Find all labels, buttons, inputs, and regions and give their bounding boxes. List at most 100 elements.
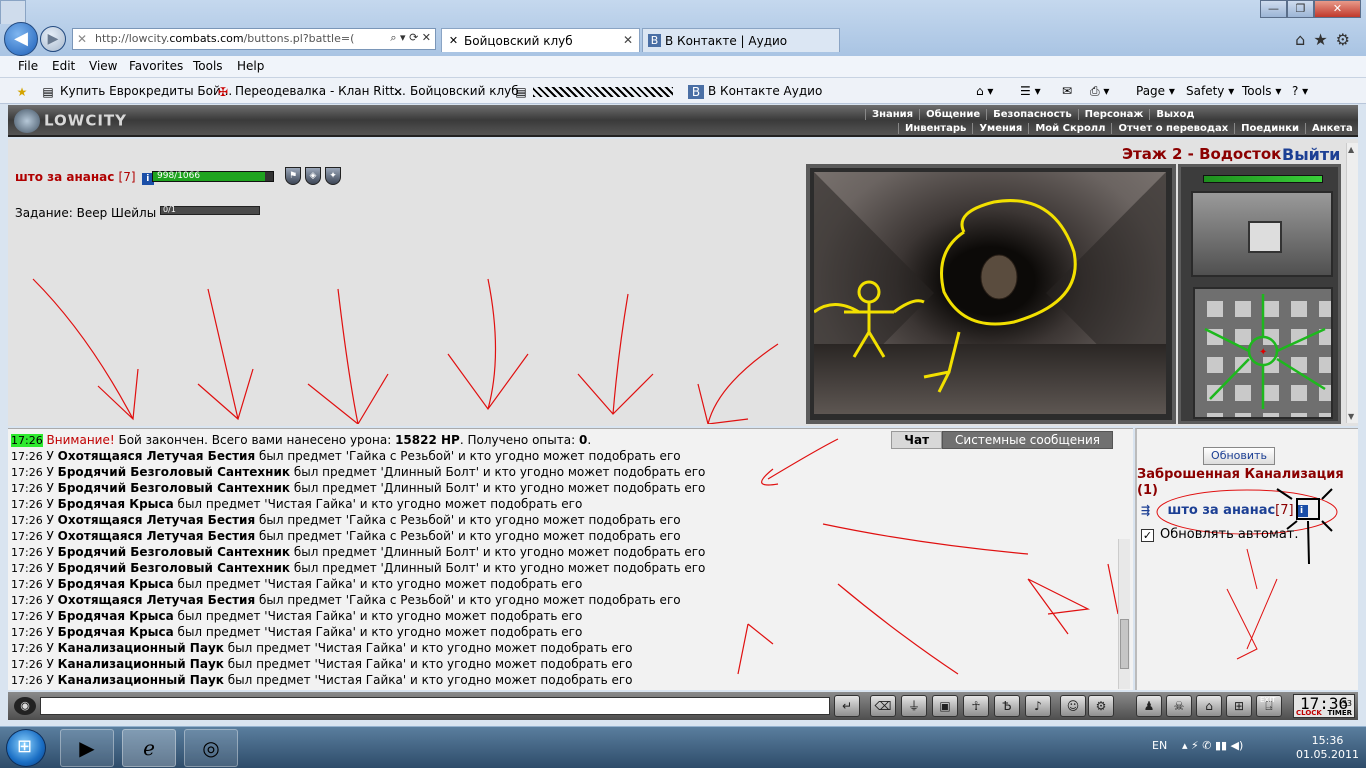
new-tab-button[interactable] [0,0,26,24]
house-icon[interactable]: ⌂ [1196,695,1222,717]
tray-icons[interactable]: ▴ ⚡ ✆ ▮▮ ◀) [1182,739,1243,752]
menu-bar: File Edit View Favorites Tools Help [0,56,1366,78]
tools-menu[interactable]: Tools ▾ [1242,84,1281,98]
swords-icon: ✕ [448,34,459,47]
back-button[interactable]: ◀ [4,22,38,56]
nav-duels[interactable]: Поединки [1234,123,1305,134]
fav-pereodevalka[interactable]: ✠ Переодевалка - Клан Ritt... [215,84,406,99]
mail-icon[interactable]: ✉ [1062,84,1072,98]
skull-icon[interactable]: ☠ [1166,695,1192,717]
map-panel: ✦ [1178,164,1341,424]
player-name[interactable]: што за ананас [15,170,114,184]
nav-character[interactable]: Персонаж [1077,109,1150,120]
nav-communication[interactable]: Общение [919,109,986,120]
message-time[interactable]: 17:26 [11,594,43,607]
home-icon[interactable]: ⌂ ▾ [976,84,993,98]
rank-badge-icon[interactable]: ✦ [325,167,341,185]
message-time[interactable]: 17:26 [11,514,43,527]
message-time[interactable]: 17:26 [11,530,43,543]
nav-security[interactable]: Безопасность [986,109,1078,120]
chrome-icon[interactable]: ◎ [184,729,238,767]
menu-view[interactable]: View [89,59,117,73]
nav-exit[interactable]: Выход [1149,109,1200,120]
minimap[interactable]: ✦ [1193,287,1333,419]
monster-name: Бродячий Безголовый Сантехник [57,465,290,479]
print-icon[interactable]: ⎙ ▾ [1090,84,1109,99]
tab-vkontakte[interactable]: B В Контакте | Аудио [642,28,840,52]
action-figure-icon[interactable]: ☥ [963,695,989,717]
main-scrollbar[interactable] [1346,143,1358,423]
message-time[interactable]: 17:26 [11,658,43,671]
chat-scroll-thumb[interactable] [1120,619,1129,669]
auto-refresh-option[interactable]: ✓ Обновлять автомат. [1141,527,1299,542]
map-icon[interactable]: ⊞ [1226,695,1252,717]
dungeon-corridor[interactable] [814,172,1166,414]
nav-inventory[interactable]: Инвентарь [898,123,972,134]
tab-combats[interactable]: ✕ Бойцовский клуб ✕ [441,28,640,52]
message-time[interactable]: 17:26 [11,578,43,591]
character-icon[interactable]: ♟ [1136,695,1162,717]
minimize-button[interactable]: — [1260,0,1287,18]
system-clock[interactable]: 15:36 01.05.2011 [1296,734,1359,762]
message-time[interactable]: 17:26 [11,466,43,479]
eraser-icon[interactable]: ⌫ [870,695,896,717]
message-time[interactable]: 17:26 [11,674,43,687]
close-window-button[interactable]: ✕ [1314,0,1361,18]
sound-icon[interactable]: ♪ [1025,695,1051,717]
menu-help[interactable]: Help [237,59,264,73]
page-menu[interactable]: Page ▾ [1136,84,1175,98]
language-indicator[interactable]: EN [1152,739,1167,752]
menu-file[interactable]: File [18,59,38,73]
favorites-star-icon[interactable]: ★ [14,84,34,99]
menu-edit[interactable]: Edit [52,59,75,73]
fav-vkontakte[interactable]: BВ Контакте Аудио [688,84,822,99]
message-time[interactable]: 17:26 [11,546,43,559]
send-icon[interactable]: ↵ [834,695,860,717]
media-player-icon[interactable]: ▶ [60,729,114,767]
speaker-icon[interactable]: ◉ [14,697,36,715]
settings-icon[interactable]: ⚙ [1088,695,1114,717]
fav-scribbled[interactable]: ▤ [513,84,673,99]
save-log-icon[interactable]: ▣ [932,695,958,717]
address-tools[interactable]: ⌕ ▾ ⟳ ✕ [390,31,431,45]
auto-refresh-checkbox[interactable]: ✓ [1141,529,1154,542]
chat-scrollbar[interactable] [1118,539,1130,689]
address-bar[interactable]: ✕ http://lowcity.combats.com/buttons.pl?… [72,28,436,50]
message-time[interactable]: 17:26 [11,610,43,623]
translit-icon[interactable]: Ѣ [994,695,1020,717]
message-time[interactable]: 17:26 [11,482,43,495]
fav-eurocredits[interactable]: ▤ Купить Еврокредиты Бой... [40,84,232,99]
internet-explorer-icon[interactable]: ℯ [122,729,176,767]
message-time[interactable]: 17:26 [11,450,43,463]
message-time[interactable]: 17:26 [11,562,43,575]
nav-skills[interactable]: Умения [972,123,1028,134]
chat-input[interactable] [40,697,830,715]
smiley-icon[interactable]: ☺ [1060,695,1086,717]
start-button[interactable] [6,729,46,767]
message-time[interactable]: 17:26 [11,498,43,511]
help-icon[interactable]: ? ▾ [1292,84,1308,98]
nav-knowledge[interactable]: Знания [865,109,919,120]
filter-icon[interactable]: ⏚ [901,695,927,717]
safety-menu[interactable]: Safety ▾ [1186,84,1234,98]
exit-link[interactable]: Выйти [1282,145,1340,164]
shield-badge-icon[interactable]: ◈ [305,167,321,185]
task-progress-text: 0/1 [163,205,176,214]
fav-combats[interactable]: ✕ Бойцовский клуб [390,84,519,99]
forward-button[interactable]: ▶ [40,26,66,52]
message-time[interactable]: 17:26 [11,434,43,447]
message-time[interactable]: 17:26 [11,626,43,639]
feeds-icon[interactable]: ☰ ▾ [1020,84,1041,98]
nav-my-scroll[interactable]: Мой Скролл [1028,123,1111,134]
clan-badge-icon[interactable]: ⚑ [285,167,301,185]
home-favorites-tools-icons[interactable]: ⌂★⚙ [1295,30,1358,49]
navigation-compass[interactable] [1191,191,1333,277]
close-tab-icon[interactable]: ✕ [623,33,633,47]
menu-tools[interactable]: Tools [193,59,223,73]
message-time[interactable]: 17:26 [11,642,43,655]
nav-profile[interactable]: Анкета [1304,123,1359,134]
exit-door-icon[interactable]: EXIT ⍈ [1256,695,1282,717]
maximize-button[interactable]: ❐ [1287,0,1314,18]
nav-transfers-report[interactable]: Отчет о переводах [1111,123,1234,134]
menu-favorites[interactable]: Favorites [129,59,183,73]
